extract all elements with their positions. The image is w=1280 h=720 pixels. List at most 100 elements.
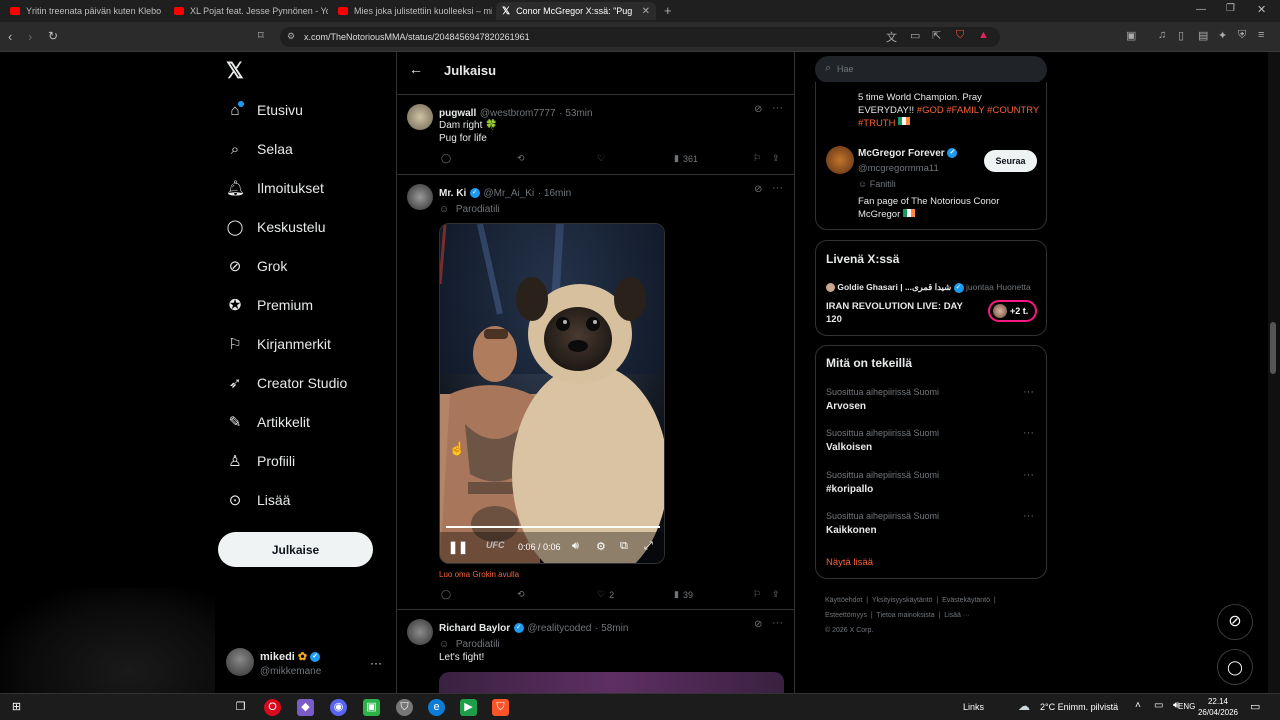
reload-icon[interactable]: ↻ [48,29,58,43]
grok-floating-button[interactable]: ⊘ [1217,604,1253,640]
repost-icon[interactable]: ⟲ [517,589,525,600]
trend-name[interactable]: #koripallo [826,484,873,495]
tray-chevron-icon[interactable]: ˄ [1135,700,1141,711]
show-more-link[interactable]: Näytä lisää [826,557,873,568]
grok-create-link[interactable]: Luo oma Grokin avulla [439,570,519,579]
leo-ai-icon[interactable]: ✦ [1218,29,1227,42]
windows-start-icon[interactable]: ⊞ [8,699,25,716]
footer-link[interactable]: Esteettömyys [825,612,867,619]
minimize-icon[interactable]: — [1196,4,1206,15]
grok-explain-icon[interactable]: ⊘ [754,184,762,195]
network-icon[interactable]: ▭ [1154,700,1163,711]
sidebar-item-articles[interactable]: ✎ Artikkelit [226,408,310,436]
views-stat[interactable]: ▮ 39 [674,589,693,600]
bookmark-icon[interactable]: ⚐ [753,153,761,164]
trend-more-icon[interactable]: ··· [1023,386,1034,398]
bookmark-icon[interactable]: ⚐ [753,589,761,600]
pause-icon[interactable]: ❚❚ [448,540,468,554]
like-icon[interactable]: ♡ [597,153,605,164]
task-view-icon[interactable]: ❐ [232,699,249,716]
trend-more-icon[interactable]: ··· [1023,469,1034,481]
pip-icon[interactable]: ⧉ [620,540,628,553]
reader-mode-icon[interactable]: ▣ [1126,29,1136,42]
post-button[interactable]: Julkaise [218,532,373,567]
opera-icon[interactable]: O [264,699,281,716]
video-player[interactable]: ❚❚ UFC 0:06 / 0:06 🔊︎ ⚙ ⧉ ⤢ [439,223,665,564]
maximize-icon[interactable]: ❐ [1226,3,1235,14]
back-arrow-icon[interactable]: ← [409,61,423,77]
fullscreen-icon[interactable]: ⤢ [644,540,653,553]
x-logo-icon[interactable]: 𝕏 [226,58,244,84]
clock[interactable]: 22.14 26/04/2026 [1196,696,1240,718]
bookmark-page-icon[interactable]: ⌑ [258,29,264,42]
weather-text[interactable]: 2°C Enimm. pilvistä [1040,702,1118,712]
scrollbar-thumb[interactable] [1270,322,1276,374]
app-icon[interactable]: ▶ [460,699,477,716]
brave-icon[interactable]: ⛉ [492,699,509,716]
post-more-icon[interactable]: ··· [772,182,783,194]
share-icon[interactable]: ⇪ [772,153,780,164]
suggest-handle[interactable]: @mcgregormma11 [858,163,939,174]
lang-indicator[interactable]: ENG [1178,702,1195,711]
footer-link[interactable]: Lisää ··· [944,612,970,619]
post-time[interactable]: · 53min [559,108,592,119]
avatar[interactable] [826,146,854,174]
live-listeners[interactable]: +2 t. [988,300,1037,322]
trend-name[interactable]: Valkoisen [826,442,872,453]
post-more-icon[interactable]: ··· [772,617,783,629]
menu-icon[interactable]: ≡ [1258,29,1264,41]
sidebar-toggle-icon[interactable]: ▯ [1178,29,1184,42]
app-icon[interactable]: ⛉ [396,699,413,716]
app-icon[interactable]: ◆ [297,699,314,716]
trend-name[interactable]: Arvosen [826,401,866,412]
account-name[interactable]: mikedi ✿ ✓ [260,650,321,663]
sidebar-item-creator-studio[interactable]: ➶ Creator Studio [226,369,348,397]
browser-tab[interactable]: Yritin treenata päivän kuten Klebo - [4,2,164,20]
avatar[interactable] [407,619,433,645]
reply-icon[interactable]: ◯ [441,153,451,164]
links-toolbar[interactable]: Links [963,702,984,712]
sidebar-item-chat[interactable]: ◯ Keskustelu [226,213,326,241]
suggest-name[interactable]: McGregor Forever ✓ [858,148,958,159]
sidebar-item-explore[interactable]: ⌕ Selaa [226,135,293,163]
grok-explain-icon[interactable]: ⊘ [754,104,762,115]
avatar[interactable] [407,104,433,130]
post-author-handle[interactable]: @realitycoded [527,623,591,634]
post-author-name[interactable]: pugwall [439,108,476,119]
trend-name[interactable]: Kaikkonen [826,525,877,536]
footer-link[interactable]: Käyttöehdot [825,597,862,604]
views-stat[interactable]: ▮ 361 [674,153,698,164]
post-time[interactable]: · 58min [595,623,628,634]
repost-icon[interactable]: ⟲ [517,153,525,164]
browser-tab[interactable]: Mies joka julistettiin kuolleeksi – mitä [332,2,492,20]
sidebar-item-grok[interactable]: ⊘ Grok [226,252,288,280]
brave-rewards-icon[interactable]: ▲ [978,29,989,41]
live-host[interactable]: Goldie Ghasari | ...شیدا قمری ✓ juontaa … [826,282,1031,293]
forward-icon[interactable]: › [28,29,32,44]
footer-link[interactable]: Yksityisyyskäytäntö [872,597,933,604]
share-icon[interactable]: ⇱ [932,29,941,42]
close-icon[interactable]: ✕ [636,6,650,17]
back-icon[interactable]: ‹ [8,29,12,44]
trend-more-icon[interactable]: ··· [1023,427,1034,439]
follow-button[interactable]: Seuraa [984,150,1037,172]
live-topic[interactable]: IRAN REVOLUTION LIVE: DAY 120 [826,300,976,326]
messages-floating-button[interactable]: ◯ [1217,649,1253,685]
account-more-icon[interactable]: ··· [370,656,382,670]
close-window-icon[interactable]: ✕ [1257,3,1266,16]
trend-more-icon[interactable]: ··· [1023,510,1034,522]
notification-icon[interactable]: ▭ [1250,700,1260,713]
post-media[interactable] [439,672,784,693]
volume-icon[interactable]: 🔊︎ [572,540,579,553]
sidebar-item-premium[interactable]: ✪ Premium [226,291,313,319]
vpn-icon[interactable]: ⛨ [1238,29,1246,42]
translate-icon[interactable]: 文 [886,29,897,45]
browser-tab-active[interactable]: 𝕏 Conor McGregor X:ssä: "Pug ✕ [496,2,656,20]
wallet-icon[interactable]: ▤ [1198,29,1208,42]
post-author-handle[interactable]: @Mr_Ai_Ki [483,188,534,199]
post-author-handle[interactable]: @westbrom7777 [480,108,556,119]
cast-icon[interactable]: ▭ [910,29,920,42]
sidebar-item-profile[interactable]: ♙ Profiili [226,447,295,475]
footer-link[interactable]: Evästekäytäntö [942,597,990,604]
avatar[interactable] [226,648,254,676]
